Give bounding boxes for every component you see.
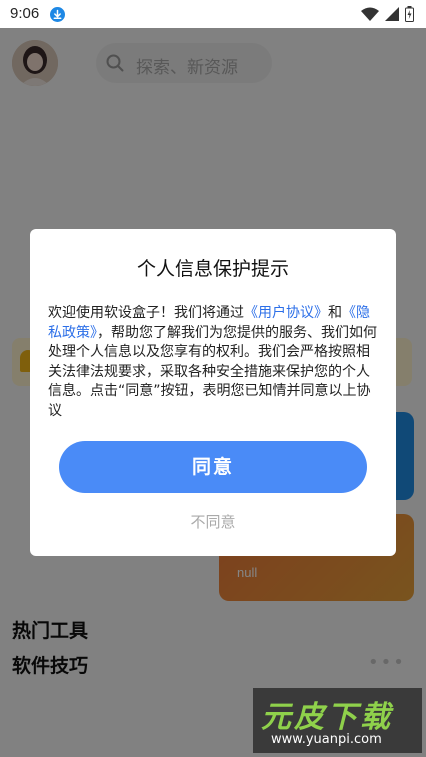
watermark-url: www.yuanpi.com: [271, 732, 382, 747]
watermark-logo: 元皮下载 www.yuanpi.com: [253, 688, 422, 753]
signal-icon: [385, 7, 399, 21]
user-agreement-link[interactable]: 《用户协议》: [244, 305, 328, 321]
battery-icon: [405, 6, 414, 22]
agree-button[interactable]: 同意: [59, 441, 367, 493]
download-icon: [50, 7, 65, 22]
body-text-1: 欢迎使用软设盒子！我们将通过: [48, 305, 244, 321]
watermark-title: 元皮下载: [261, 700, 393, 735]
privacy-dialog: 个人信息保护提示 欢迎使用软设盒子！我们将通过《用户协议》和《隐私政策》，帮助您…: [30, 229, 396, 556]
body-text-2: 和: [328, 305, 342, 321]
dialog-body: 欢迎使用软设盒子！我们将通过《用户协议》和《隐私政策》，帮助您了解我们为您提供的…: [48, 304, 382, 421]
status-icons: [361, 6, 414, 22]
status-bar: 9:06: [0, 0, 426, 28]
status-time: 9:06: [10, 5, 40, 22]
body-text-3: ，帮助您了解我们为您提供的服务、我们如何处理个人信息以及您享有的权利。我们会严格…: [48, 324, 377, 419]
wifi-icon: [361, 7, 379, 21]
disagree-button[interactable]: 不同意: [30, 511, 396, 532]
dialog-title: 个人信息保护提示: [136, 258, 289, 280]
